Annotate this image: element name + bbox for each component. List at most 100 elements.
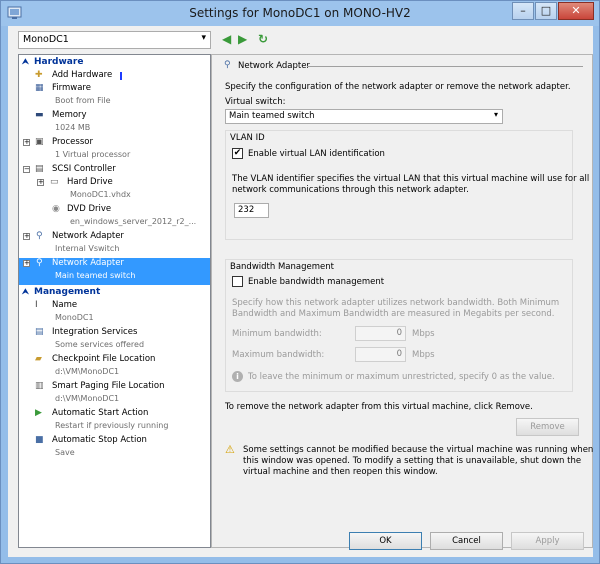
network-adapter-panel: ⚲ Network Adapter Specify the configurat…: [211, 54, 593, 548]
sidebar-item-sub: Some services offered: [55, 340, 145, 349]
folder-icon: ▰: [35, 354, 42, 364]
panel-title: Network Adapter: [238, 61, 310, 71]
text-cursor: [120, 72, 122, 80]
sidebar-item-checkpoint-file-location[interactable]: ▰ Checkpoint File Location d:\VM\MonoDC1: [19, 354, 210, 380]
remove-button[interactable]: Remove: [516, 418, 579, 436]
sidebar-item-name[interactable]: Ⅰ Name MonoDC1: [19, 300, 210, 326]
dialog-client: MonoDC1 ▾ ◀ ▶ ↻ ⮝ Hardware ✚ Add Hardware…: [8, 26, 593, 557]
intro-text: Specify the configuration of the network…: [225, 82, 571, 92]
sidebar-item-automatic-start-action[interactable]: ▶ Automatic Start Action Restart if prev…: [19, 408, 210, 434]
processor-icon: ▣: [35, 137, 44, 147]
sidebar-item-label: Checkpoint File Location: [52, 354, 156, 364]
sidebar-item-label: Hard Drive: [67, 177, 113, 187]
sidebar-item-hard-drive[interactable]: + ▭ Hard Drive MonoDC1.vhdx: [19, 177, 210, 203]
scsi-controller-icon: ▤: [35, 164, 44, 174]
sidebar-item-sub: Restart if previously running: [55, 421, 169, 430]
sidebar-item-label: Processor: [52, 137, 93, 147]
collapse-minus-icon[interactable]: −: [23, 166, 30, 173]
apply-button[interactable]: Apply: [511, 532, 584, 550]
expand-plus-icon[interactable]: +: [23, 139, 30, 146]
vm-selector[interactable]: MonoDC1 ▾: [18, 31, 211, 49]
stop-action-icon: ■: [35, 435, 44, 445]
max-bandwidth-input[interactable]: 0: [355, 347, 406, 362]
sidebar-item-label: Integration Services: [52, 327, 138, 337]
dvd-disc-icon: ◉: [52, 204, 60, 214]
vlan-id-input[interactable]: 232: [234, 203, 269, 218]
sidebar-item-firmware[interactable]: ▦ Firmware Boot from File: [19, 83, 210, 109]
network-adapter-icon: ⚲: [224, 60, 231, 70]
sidebar-item-sub: d:\VM\MonoDC1: [55, 394, 120, 403]
back-arrow-icon[interactable]: ◀: [222, 32, 231, 46]
start-action-icon: ▶: [35, 408, 42, 418]
expand-plus-icon[interactable]: +: [37, 179, 44, 186]
chevron-down-icon: ▾: [493, 110, 498, 119]
expand-plus-icon[interactable]: +: [23, 260, 30, 267]
chevron-down-icon: ▾: [201, 33, 206, 43]
max-bandwidth-label: Maximum bandwidth:: [232, 350, 325, 360]
firmware-icon: ▦: [35, 83, 44, 93]
sidebar-item-sub: 1 Virtual processor: [55, 150, 131, 159]
bandwidth-description-line-1: Specify how this network adapter utilize…: [232, 298, 560, 308]
sidebar-item-automatic-stop-action[interactable]: ■ Automatic Stop Action Save: [19, 435, 210, 461]
vswitch-label: Virtual switch:: [225, 97, 286, 107]
network-adapter-icon: ⚲: [36, 231, 43, 241]
cancel-button[interactable]: Cancel: [430, 532, 503, 550]
sidebar-item-sub: Save: [55, 448, 75, 457]
min-bandwidth-label: Minimum bandwidth:: [232, 329, 322, 339]
collapse-chevron-icon: ⮝: [22, 287, 29, 296]
sidebar-item-label: Network Adapter: [52, 231, 124, 241]
sidebar-item-label: Automatic Start Action: [52, 408, 149, 418]
sidebar-item-memory[interactable]: ▬ Memory 1024 MB: [19, 110, 210, 136]
vlan-checkbox-label: Enable virtual LAN identification: [248, 149, 385, 159]
sidebar-item-sub: Boot from File: [55, 96, 111, 105]
minimize-button[interactable]: –: [512, 2, 534, 20]
sidebar-item-label: Memory: [52, 110, 87, 120]
remove-instructions: To remove the network adapter from this …: [225, 402, 533, 412]
sidebar-item-scsi-controller[interactable]: − ▤ SCSI Controller: [19, 164, 210, 177]
forward-arrow-icon[interactable]: ▶: [238, 32, 247, 46]
collapse-chevron-icon: ⮝: [22, 57, 29, 66]
sidebar-item-sub: Internal Vswitch: [55, 244, 120, 253]
warning-line-3: virtual machine and then reopen this win…: [243, 467, 438, 477]
min-bandwidth-input[interactable]: 0: [355, 326, 406, 341]
info-icon: i: [232, 371, 243, 382]
vlan-group: VLAN ID ✔ Enable virtual LAN identificat…: [225, 130, 589, 240]
network-adapter-icon: ⚲: [36, 258, 43, 268]
virtual-switch-select[interactable]: Main teamed switch ▾: [225, 109, 503, 124]
max-bandwidth-unit: Mbps: [412, 350, 435, 360]
refresh-icon[interactable]: ↻: [258, 32, 268, 46]
expand-plus-icon[interactable]: +: [23, 233, 30, 240]
name-icon: Ⅰ: [35, 300, 38, 310]
sidebar-item-label: Name: [52, 300, 78, 310]
sidebar-item-network-adapter-main[interactable]: + ⚲ Network Adapter Main teamed switch: [19, 258, 210, 285]
title-bar[interactable]: Settings for MonoDC1 on MONO-HV2 – □ ✕: [1, 1, 599, 26]
settings-window: Settings for MonoDC1 on MONO-HV2 – □ ✕ M…: [0, 0, 600, 564]
sidebar-item-sub: Main teamed switch: [55, 271, 136, 280]
sidebar-item-sub: 1024 MB: [55, 123, 91, 132]
bandwidth-checkbox[interactable]: [232, 276, 243, 287]
sidebar-item-label: DVD Drive: [67, 204, 112, 214]
sidebar-item-network-adapter-internal[interactable]: + ⚲ Network Adapter Internal Vswitch: [19, 231, 210, 257]
sidebar-item-smart-paging-file-location[interactable]: ▥ Smart Paging File Location d:\VM\MonoD…: [19, 381, 210, 407]
hardware-section-header[interactable]: ⮝ Hardware: [19, 57, 210, 69]
sidebar-item-sub: en_windows_server_2012_r2_...: [70, 217, 197, 226]
paging-file-icon: ▥: [35, 381, 44, 391]
warning-line-1: Some settings cannot be modified because…: [243, 445, 594, 455]
close-button[interactable]: ✕: [558, 2, 594, 20]
bandwidth-group-title: Bandwidth Management: [230, 262, 334, 272]
maximize-button[interactable]: □: [535, 2, 557, 20]
settings-tree[interactable]: ⮝ Hardware ✚ Add Hardware ▦ Firmware Boot…: [18, 54, 211, 548]
sidebar-item-sub: MonoDC1: [55, 313, 94, 322]
sidebar-item-integration-services[interactable]: ▤ Integration Services Some services off…: [19, 327, 210, 353]
bandwidth-description-line-2: Bandwidth and Maximum Bandwidth are meas…: [232, 309, 555, 319]
vlan-checkbox[interactable]: ✔: [232, 148, 243, 159]
sidebar-item-add-hardware[interactable]: ✚ Add Hardware: [19, 70, 210, 83]
sidebar-item-label: Add Hardware: [52, 70, 113, 80]
sidebar-item-sub: d:\VM\MonoDC1: [55, 367, 120, 376]
ok-button[interactable]: OK: [349, 532, 422, 550]
sidebar-item-processor[interactable]: + ▣ Processor 1 Virtual processor: [19, 137, 210, 163]
sidebar-item-sub: MonoDC1.vhdx: [70, 190, 131, 199]
bandwidth-group: Bandwidth Management Enable bandwidth ma…: [225, 259, 573, 392]
sidebar-item-dvd-drive[interactable]: ◉ DVD Drive en_windows_server_2012_r2_..…: [19, 204, 210, 230]
management-section-header[interactable]: ⮝ Management: [19, 287, 210, 299]
